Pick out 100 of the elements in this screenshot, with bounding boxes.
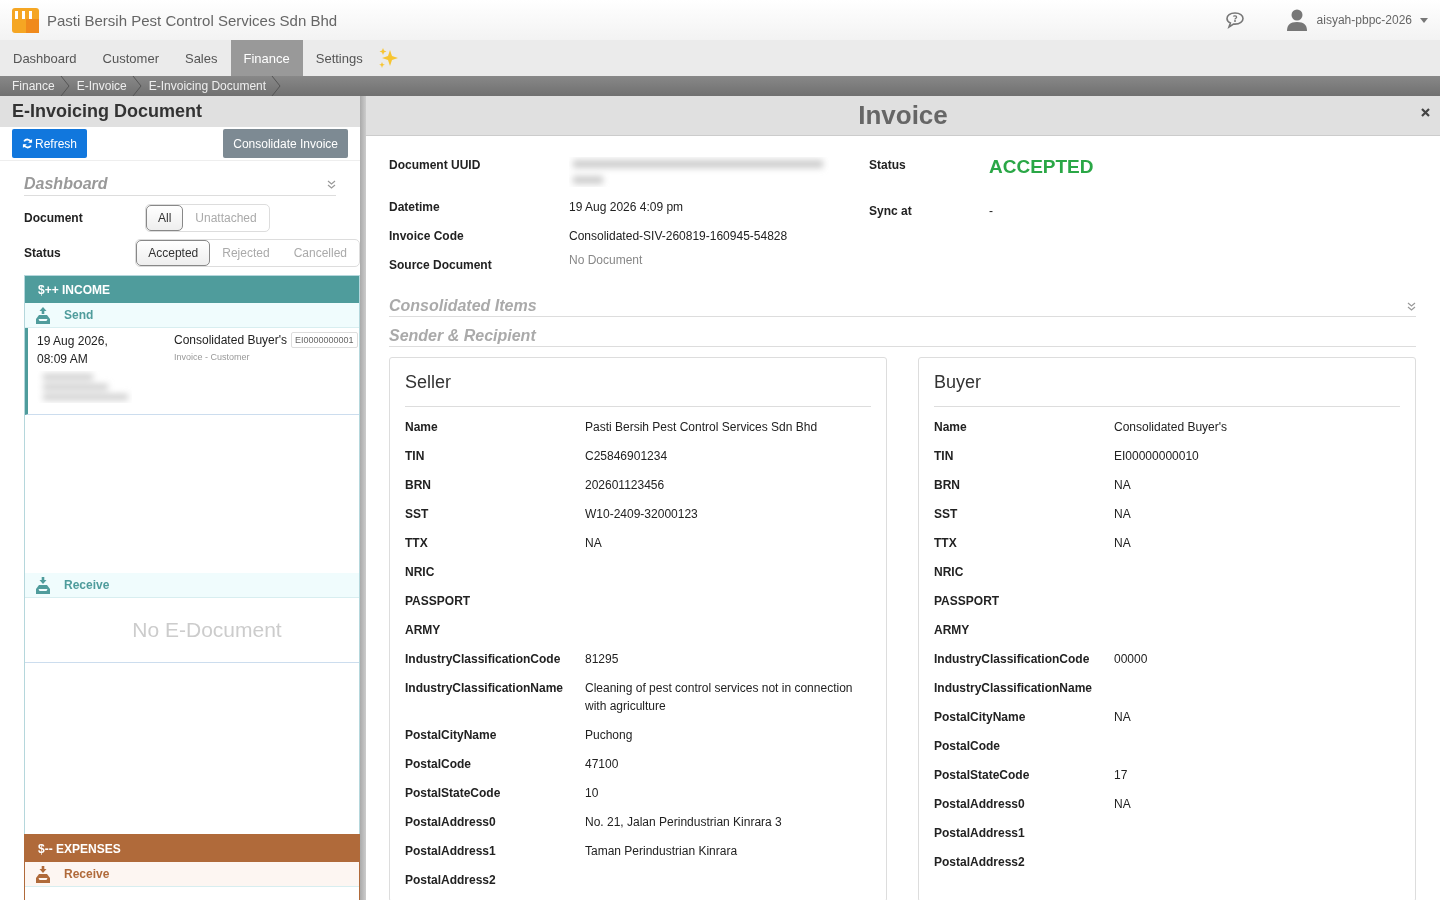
field-value: 81295: [585, 651, 619, 668]
consolidate-invoice-button[interactable]: Consolidate Invoice: [223, 129, 348, 158]
chevron-separator-icon: [270, 76, 283, 96]
field-label: Document UUID: [389, 158, 482, 172]
field-label: ARMY: [405, 622, 442, 639]
breadcrumb-link[interactable]: E-Invoicing Document: [148, 78, 267, 94]
field-label: TIN: [405, 448, 426, 465]
card-title: Buyer: [934, 372, 1400, 407]
section-title: Consolidated Items: [389, 297, 537, 315]
section-title: Dashboard: [24, 175, 108, 193]
field-value: 10: [585, 785, 599, 802]
nav-tab[interactable]: Sales: [171, 40, 231, 76]
field-label: IndustryClassificationName: [934, 680, 1094, 697]
field-value: No. 21, Jalan Perindustrian Kinrara 3: [585, 814, 782, 831]
section-title: Sender & Recipient: [389, 327, 536, 345]
field-label: NRIC: [934, 564, 965, 581]
tin-tag: EI0000000001: [291, 332, 358, 348]
field-label: TIN: [934, 448, 955, 465]
field-label: PostalAddress0: [405, 814, 497, 831]
download-tray-icon: [36, 865, 50, 883]
chat-icon[interactable]: [1224, 11, 1245, 29]
field-label: Sync at: [869, 204, 913, 218]
section-label: Receive: [64, 867, 110, 881]
modal-title: Invoice: [858, 100, 948, 131]
field-label: PostalStateCode: [405, 785, 502, 802]
field-value: NA: [1114, 535, 1131, 552]
field-label: PostalAddress2: [934, 854, 1026, 871]
field-label: Datetime: [389, 200, 441, 214]
field-value: Pasti Bersih Pest Control Services Sdn Bhd: [585, 419, 818, 436]
user-icon[interactable]: [1286, 9, 1307, 31]
panel-title: E-Invoicing Document: [0, 96, 360, 127]
field-value: 00000: [1114, 651, 1148, 668]
caret-icon[interactable]: [1420, 17, 1428, 23]
field-label: PostalAddress0: [934, 796, 1026, 813]
filter-option[interactable]: Rejected: [210, 239, 282, 266]
field-label: SST: [405, 506, 430, 523]
field-value: NA: [1114, 506, 1131, 523]
group-header: $-- EXPENSES: [25, 835, 359, 862]
document-item[interactable]: 19 Aug 2026, 08:09 AM Consolidated Buyer's EI0000000001 Invoice - Customer: [25, 328, 359, 415]
download-tray-icon: [36, 576, 50, 594]
nav-tab[interactable]: Customer: [89, 40, 172, 76]
document-time: 08:09 AM: [37, 351, 89, 368]
field-label: BRN: [405, 477, 432, 494]
field-value: NA: [1114, 709, 1131, 726]
chevron-separator-icon: [58, 76, 71, 96]
field-label: IndustryClassificationCode: [934, 651, 1091, 668]
user-menu[interactable]: aisyah-pbpc-2026: [1316, 13, 1412, 27]
field-label: NRIC: [405, 564, 436, 581]
field-value: NA: [585, 535, 602, 552]
field-value: No Document: [569, 253, 643, 267]
field-label: PostalCityName: [934, 709, 1027, 726]
field-label: PostalAddress1: [405, 843, 497, 860]
card-title: Seller: [405, 372, 871, 407]
nav-tab[interactable]: Settings: [302, 40, 376, 76]
filter-option[interactable]: Cancelled: [281, 239, 359, 266]
status-value: ACCEPTED: [989, 156, 1094, 178]
nav-tab[interactable]: Dashboard: [0, 40, 90, 76]
collapse-icon[interactable]: [327, 179, 336, 189]
field-label: IndustryClassificationCode: [405, 651, 562, 668]
section-label: Send: [64, 308, 94, 322]
field-label: PostalCityName: [405, 727, 498, 744]
chevron-separator-icon: [130, 76, 143, 96]
field-label: Invoice Code: [389, 229, 465, 243]
filter-option[interactable]: Accepted: [136, 239, 211, 266]
app-name: Pasti Bersih Pest Control Services Sdn Bhd: [47, 11, 338, 29]
refresh-icon: [22, 138, 33, 149]
buyer-name: Consolidated Buyer's: [174, 333, 288, 347]
field-label: BRN: [934, 477, 961, 494]
field-label: TTX: [934, 535, 958, 552]
document-date: 19 Aug 2026,: [37, 333, 109, 350]
field-value: EI00000000010: [1114, 448, 1199, 465]
group-header: $++ INCOME: [25, 276, 359, 303]
field-value: 202601123456: [585, 477, 665, 494]
logo-icon: [12, 7, 39, 33]
field-value: Cleaning of pest control services not in connection with agriculture: [585, 680, 854, 715]
field-value: Taman Perindustrian Kinrara: [585, 843, 738, 860]
field-value: 19 Aug 2026 4:09 pm: [569, 200, 684, 214]
field-label: Status: [869, 158, 907, 172]
field-label: IndustryClassificationName: [405, 680, 565, 697]
field-label: PostalCode: [934, 738, 1001, 755]
breadcrumb-link[interactable]: E-Invoice: [76, 78, 127, 94]
field-label: TTX: [405, 535, 429, 552]
field-value: -: [989, 204, 993, 218]
expand-icon[interactable]: [1407, 301, 1416, 311]
field-label: PostalAddress1: [934, 825, 1026, 842]
field-label: Name: [934, 419, 968, 436]
filter-option[interactable]: All: [146, 204, 184, 231]
close-icon[interactable]: [1421, 108, 1430, 117]
field-label: PASSPORT: [934, 593, 1001, 610]
breadcrumb-link[interactable]: Finance: [12, 78, 55, 94]
field-value: W10-2409-32000123: [585, 506, 698, 523]
field-value: NA: [1114, 796, 1131, 813]
filter-label: Document: [24, 210, 84, 225]
filter-option[interactable]: Unattached: [183, 204, 269, 231]
nav-tab[interactable]: Finance: [230, 40, 303, 76]
refresh-button[interactable]: Refresh: [12, 129, 88, 158]
field-value: C25846901234: [585, 448, 668, 465]
field-label: PASSPORT: [405, 593, 472, 610]
field-value: NA: [1114, 477, 1131, 494]
field-label: PostalCode: [405, 756, 472, 773]
